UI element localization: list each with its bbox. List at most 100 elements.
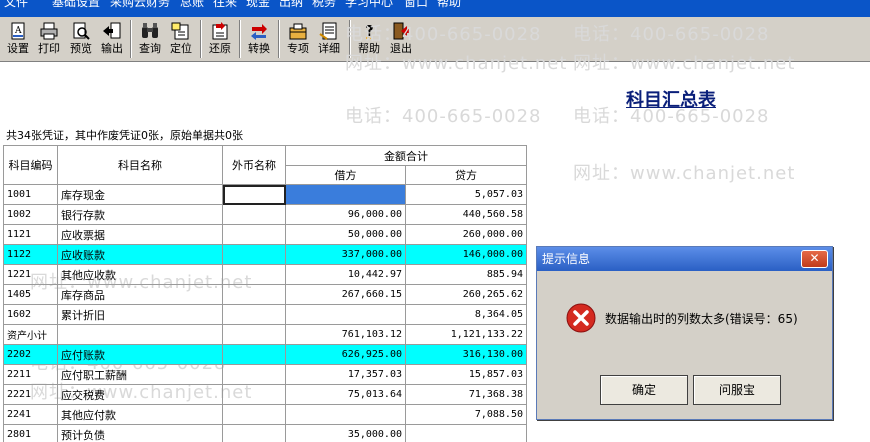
cell-name[interactable]: 应付账款 (57, 344, 223, 365)
table-row[interactable]: 1221 其他应收款 10,442.97 885.94 (3, 264, 527, 285)
cell-credit[interactable]: 15,857.03 (405, 364, 527, 385)
cell-code[interactable]: 2211 (3, 364, 58, 385)
cell-debit[interactable]: 75,013.64 (285, 384, 406, 405)
table-row[interactable]: 2241 其他应付款 7,088.50 (3, 404, 527, 425)
cell-code[interactable]: 1121 (3, 224, 58, 245)
cell-code[interactable]: 1002 (3, 204, 58, 225)
cell-credit[interactable]: 260,265.62 (405, 284, 527, 305)
cell-credit[interactable]: 146,000.00 (405, 244, 527, 265)
cell-currency[interactable] (222, 344, 286, 365)
menu-dealings[interactable]: 往来 (213, 0, 237, 10)
query-button[interactable]: 查询 (135, 19, 165, 60)
cell-currency[interactable] (222, 284, 286, 305)
help-button[interactable]: ? 帮助 (354, 19, 384, 60)
table-row[interactable]: 资产小计 761,103.12 1,121,133.22 (3, 324, 527, 345)
preview-button[interactable]: 预览 (66, 19, 96, 60)
cell-currency[interactable] (222, 424, 286, 442)
cell-code[interactable]: 2241 (3, 404, 58, 425)
detail-button[interactable]: 详细 (314, 19, 344, 60)
table-row[interactable]: 2221 应交税费 75,013.64 71,368.38 (3, 384, 527, 405)
cell-currency[interactable] (222, 384, 286, 405)
table-row[interactable]: 1001 库存现金 5,057.03 (3, 184, 527, 205)
cell-debit[interactable] (285, 404, 406, 425)
settings-button[interactable]: A 设置 (3, 19, 33, 60)
table-row[interactable]: 2202 应付账款 626,925.00 316,130.00 (3, 344, 527, 365)
cell-debit[interactable]: 337,000.00 (285, 244, 406, 265)
cell-name[interactable]: 应收账款 (57, 244, 223, 265)
menu-cash[interactable]: 现金 (246, 0, 270, 10)
col-header-credit[interactable]: 贷方 (405, 165, 527, 185)
cell-credit[interactable]: 440,560.58 (405, 204, 527, 225)
col-header-currency[interactable]: 外币名称 (222, 145, 286, 185)
cell-debit[interactable]: 96,000.00 (285, 204, 406, 225)
menu-tax[interactable]: 税务 (312, 0, 336, 10)
menu-base-setup[interactable]: 基础设置 (52, 0, 100, 10)
col-header-name[interactable]: 科目名称 (57, 145, 223, 185)
cell-currency[interactable] (222, 224, 286, 245)
cell-debit[interactable]: 10,442.97 (285, 264, 406, 285)
print-button[interactable]: 打印 (34, 19, 64, 60)
cell-currency[interactable] (222, 244, 286, 265)
menu-ledger[interactable]: 总账 (180, 0, 204, 10)
menu-learning[interactable]: 学习中心 (345, 0, 393, 10)
ask-help-button[interactable]: 问服宝 (693, 375, 781, 405)
cell-code[interactable]: 资产小计 (3, 324, 58, 345)
menu-purchase[interactable]: 采购云财务 (110, 0, 170, 10)
cell-currency[interactable] (222, 264, 286, 285)
table-row[interactable]: 1122 应收账款 337,000.00 146,000.00 (3, 244, 527, 265)
cell-currency[interactable] (222, 324, 286, 345)
table-row[interactable]: 2801 预计负债 35,000.00 (3, 424, 527, 442)
cell-currency[interactable] (222, 204, 286, 225)
cell-credit[interactable]: 71,368.38 (405, 384, 527, 405)
table-row[interactable]: 1121 应收票据 50,000.00 260,000.00 (3, 224, 527, 245)
cell-code[interactable]: 1602 (3, 304, 58, 325)
cell-credit[interactable] (405, 424, 527, 442)
cell-name[interactable]: 预计负债 (57, 424, 223, 442)
dialog-close-button[interactable]: ✕ (801, 250, 828, 268)
cell-currency[interactable] (222, 404, 286, 425)
cell-credit[interactable]: 885.94 (405, 264, 527, 285)
cell-name[interactable]: 应付职工薪酬 (57, 364, 223, 385)
cell-name[interactable]: 其他应收款 (57, 264, 223, 285)
convert-button[interactable]: 转换 (244, 19, 274, 60)
dialog-titlebar[interactable]: 提示信息 ✕ (537, 247, 832, 271)
col-header-code[interactable]: 科目编码 (3, 145, 58, 185)
cell-name[interactable]: 库存现金 (57, 184, 223, 205)
menu-window[interactable]: 窗口 (404, 0, 428, 10)
cell-credit[interactable]: 260,000.00 (405, 224, 527, 245)
cell-currency[interactable] (222, 364, 286, 385)
table-row[interactable]: 2211 应付职工薪酬 17,357.03 15,857.03 (3, 364, 527, 385)
table-row[interactable]: 1405 库存商品 267,660.15 260,265.62 (3, 284, 527, 305)
cell-code[interactable]: 2801 (3, 424, 58, 442)
cell-debit[interactable]: 17,357.03 (285, 364, 406, 385)
col-header-debit[interactable]: 借方 (285, 165, 406, 185)
cell-credit[interactable]: 1,121,133.22 (405, 324, 527, 345)
cell-name[interactable]: 银行存款 (57, 204, 223, 225)
cell-credit[interactable]: 316,130.00 (405, 344, 527, 365)
export-button[interactable]: 输出 (97, 19, 127, 60)
table-row[interactable]: 1002 银行存款 96,000.00 440,560.58 (3, 204, 527, 225)
cell-name[interactable] (57, 324, 223, 345)
menu-cashier[interactable]: 出纳 (279, 0, 303, 10)
cell-credit[interactable]: 7,088.50 (405, 404, 527, 425)
cell-code[interactable]: 2221 (3, 384, 58, 405)
cell-code[interactable]: 1001 (3, 184, 58, 205)
cell-debit[interactable] (285, 184, 406, 205)
cell-currency[interactable] (222, 304, 286, 325)
cell-debit[interactable]: 35,000.00 (285, 424, 406, 442)
cell-debit[interactable]: 267,660.15 (285, 284, 406, 305)
cell-debit[interactable] (285, 304, 406, 325)
special-button[interactable]: 专项 (283, 19, 313, 60)
cell-code[interactable]: 1405 (3, 284, 58, 305)
cell-name[interactable]: 其他应付款 (57, 404, 223, 425)
cell-currency[interactable] (222, 184, 286, 205)
cell-name[interactable]: 库存商品 (57, 284, 223, 305)
table-row[interactable]: 1602 累计折旧 8,364.05 (3, 304, 527, 325)
cell-code[interactable]: 1221 (3, 264, 58, 285)
cell-debit[interactable]: 626,925.00 (285, 344, 406, 365)
locate-button[interactable]: 定位 (166, 19, 196, 60)
cell-credit[interactable]: 8,364.05 (405, 304, 527, 325)
cell-name[interactable]: 累计折旧 (57, 304, 223, 325)
cell-code[interactable]: 1122 (3, 244, 58, 265)
exit-button[interactable]: 退出 (386, 19, 416, 60)
